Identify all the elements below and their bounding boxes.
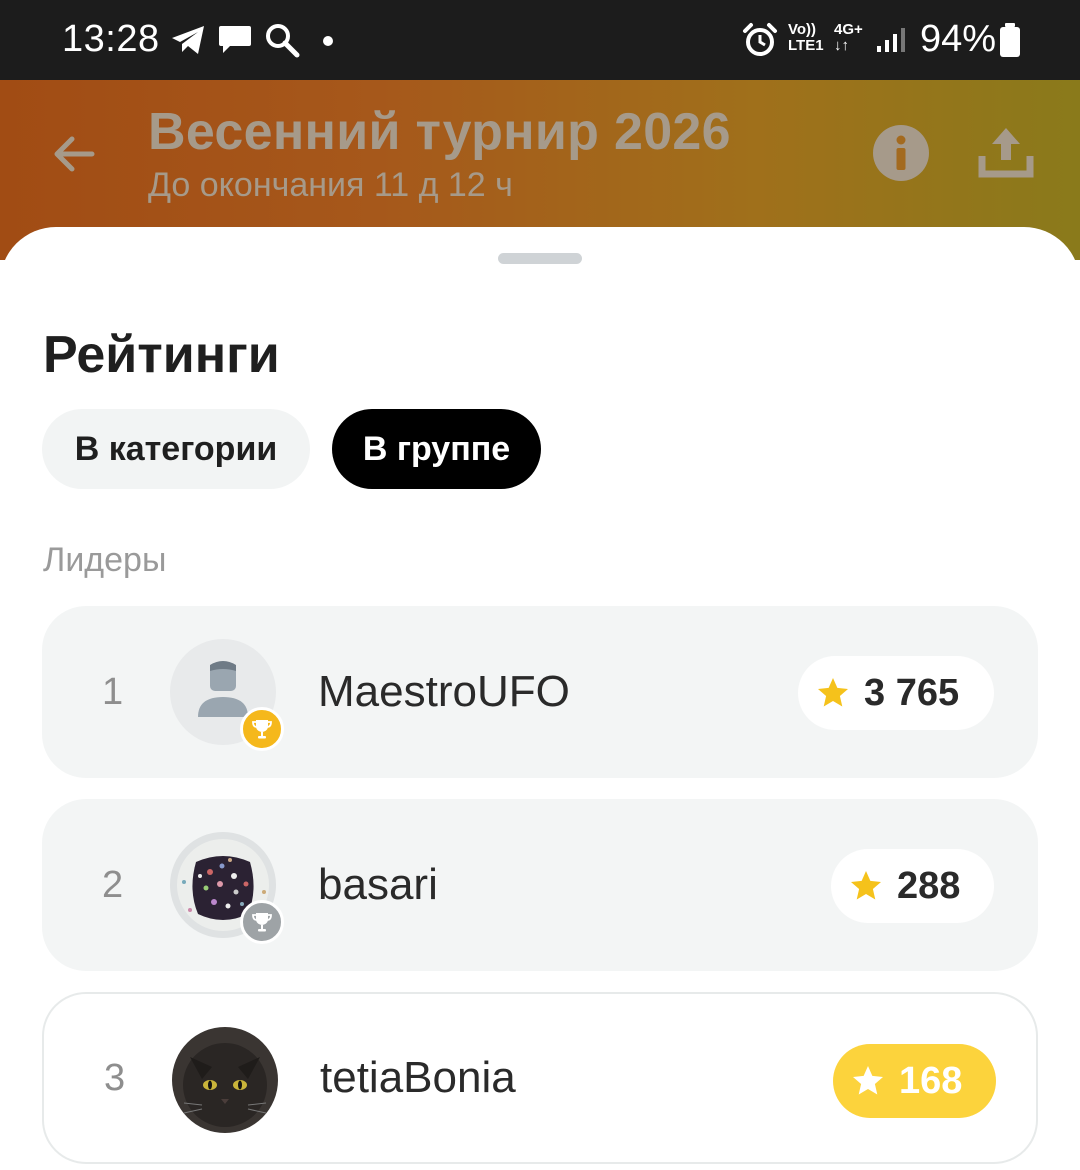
player-name: MaestroUFO xyxy=(318,667,570,716)
player-name: tetiaBonia xyxy=(320,1053,516,1102)
status-bar: 13:28 Vo)) LTE1 4G+ ↓↑ 94% xyxy=(0,0,1080,80)
score-badge: 3 765 xyxy=(798,656,994,730)
rank-number: 3 xyxy=(104,1056,126,1099)
score-value: 288 xyxy=(897,864,961,907)
star-icon xyxy=(853,1066,883,1095)
volte-indicator: Vo)) LTE1 xyxy=(788,21,824,54)
leaderboard-row[interactable]: 2 basari 288 xyxy=(42,799,1038,971)
star-icon xyxy=(818,678,848,707)
message-icon xyxy=(218,24,252,61)
page-title: Весенний турнир 2026 xyxy=(148,103,731,161)
signal-icon xyxy=(876,26,908,59)
drag-handle[interactable] xyxy=(498,253,582,264)
leaderboard-row[interactable]: 1 MaestroUFO 3 765 xyxy=(42,606,1038,778)
search-icon xyxy=(264,22,300,63)
notification-dot-icon xyxy=(322,34,334,52)
tab-in-group[interactable]: В группе xyxy=(332,409,541,489)
share-icon[interactable] xyxy=(978,124,1034,185)
battery-percentage: 94% xyxy=(920,18,997,60)
tab-in-category[interactable]: В категории xyxy=(42,409,310,489)
telegram-icon xyxy=(170,24,206,61)
rank-number: 2 xyxy=(102,863,124,906)
trophy-silver-icon xyxy=(240,900,284,944)
trophy-gold-icon xyxy=(240,707,284,751)
star-icon xyxy=(851,871,881,900)
info-icon[interactable] xyxy=(872,124,930,187)
battery-icon xyxy=(998,22,1022,63)
score-badge-highlighted: 168 xyxy=(833,1044,996,1118)
network-type-indicator: 4G+ ↓↑ xyxy=(834,21,863,54)
sheet-title: Рейтинги xyxy=(43,326,280,384)
score-badge: 288 xyxy=(831,849,994,923)
ratings-sheet: Рейтинги В категории В группе Лидеры 1 M… xyxy=(0,227,1080,1170)
back-arrow-icon[interactable] xyxy=(52,132,96,181)
avatar-photo xyxy=(172,1027,278,1133)
player-name: basari xyxy=(318,860,438,909)
status-time: 13:28 xyxy=(62,18,160,60)
score-value: 168 xyxy=(899,1059,963,1102)
time-remaining: До окончания 11 д 12 ч xyxy=(148,166,513,204)
leaderboard-row-current-user[interactable]: 3 tetiaBonia 168 xyxy=(42,992,1038,1164)
alarm-icon xyxy=(742,22,778,63)
rank-number: 1 xyxy=(102,670,124,713)
score-value: 3 765 xyxy=(864,671,960,714)
leaders-section-label: Лидеры xyxy=(43,541,167,579)
